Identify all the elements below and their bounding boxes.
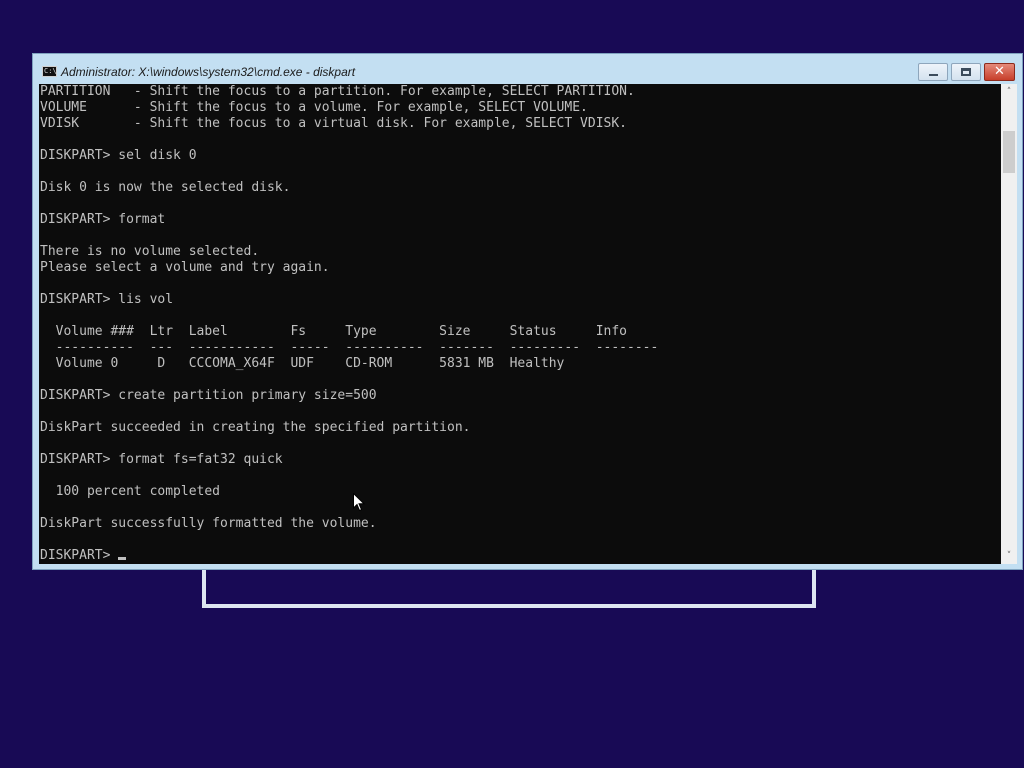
text-cursor	[118, 557, 127, 560]
console-line: VDISK - Shift the focus to a virtual dis…	[40, 116, 627, 131]
restore-button[interactable]	[951, 63, 981, 81]
console-line: DISKPART> format	[40, 212, 166, 227]
mouse-pointer-icon	[353, 493, 365, 512]
close-button[interactable]: ✕	[984, 63, 1015, 81]
window-title: Administrator: X:\windows\system32\cmd.e…	[61, 65, 356, 79]
minimize-icon	[929, 74, 938, 76]
vertical-scrollbar[interactable]: ˄ ˅	[1001, 84, 1017, 564]
console-line: DISKPART> create partition primary size=…	[40, 388, 377, 403]
console-line: DISKPART> lis vol	[40, 292, 174, 307]
console-line: Please select a volume and try again.	[40, 260, 330, 275]
restore-icon	[961, 68, 971, 76]
scroll-down-arrow-icon[interactable]: ˅	[1001, 548, 1017, 564]
title-bar[interactable]: C:\ Administrator: X:\windows\system32\c…	[33, 54, 1022, 84]
console-line: VOLUME - Shift the focus to a volume. Fo…	[40, 100, 588, 115]
console-line: DISKPART> sel disk 0	[40, 148, 197, 163]
console-line: Volume 0 D CCCOMA_X64F UDF CD-ROM 5831 M…	[40, 356, 565, 371]
scroll-up-arrow-icon[interactable]: ˄	[1001, 84, 1017, 100]
console-prompt: DISKPART>	[40, 548, 119, 563]
console-line: Disk 0 is now the selected disk.	[40, 180, 291, 195]
console-output[interactable]: PARTITION - Shift the focus to a partiti…	[39, 84, 1001, 564]
caption-buttons: ✕	[915, 63, 1015, 81]
cmd-window[interactable]: C:\ Administrator: X:\windows\system32\c…	[32, 53, 1023, 570]
minimize-button[interactable]	[918, 63, 948, 81]
console-line: PARTITION - Shift the focus to a partiti…	[40, 84, 635, 99]
console-line: Volume ### Ltr Label Fs Type Size Status…	[40, 324, 627, 339]
cmd-icon: C:\	[42, 66, 57, 77]
console-line: ---------- --- ----------- ----- -------…	[40, 340, 659, 355]
console-line: DISKPART> format fs=fat32 quick	[40, 452, 283, 467]
console-text: PARTITION - Shift the focus to a partiti…	[39, 84, 1001, 564]
console-line: There is no volume selected.	[40, 244, 260, 259]
console-line: 100 percent completed	[40, 484, 221, 499]
console-line: DiskPart succeeded in creating the speci…	[40, 420, 471, 435]
console-line: DiskPart successfully formatted the volu…	[40, 516, 377, 531]
scroll-thumb[interactable]	[1003, 131, 1015, 173]
close-icon: ✕	[994, 64, 1005, 79]
